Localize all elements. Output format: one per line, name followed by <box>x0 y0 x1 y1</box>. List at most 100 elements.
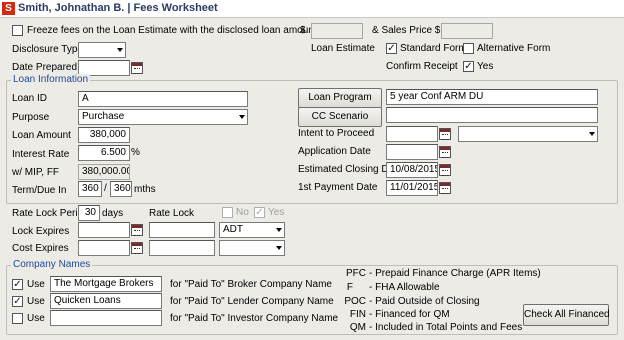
sales-price-label: & Sales Price $ <box>372 25 441 36</box>
days-label: days <box>102 208 124 219</box>
chevron-down-icon <box>589 132 595 136</box>
loan-amount-label: Loan Amount <box>12 130 71 141</box>
check-all-financed-button[interactable]: Check All Financed <box>523 304 610 326</box>
broker-company-input[interactable]: The Mortgage Brokers <box>50 276 162 292</box>
investor-company-input[interactable] <box>50 310 162 326</box>
use-investor-checkbox[interactable] <box>12 313 23 324</box>
due-in-input[interactable]: 360 <box>110 181 132 197</box>
cost-timezone-select[interactable] <box>219 240 285 256</box>
calendar-icon[interactable] <box>131 224 143 236</box>
est-closing-date-field[interactable]: 10/08/2015 <box>386 162 438 178</box>
rate-lock-period-input[interactable]: 30 <box>78 205 100 221</box>
lock-expires-label: Lock Expires <box>12 226 70 237</box>
interest-rate-input[interactable]: 6.500 <box>78 145 130 161</box>
loan-program-button[interactable]: Loan Program <box>298 88 382 108</box>
title-bar: S Smith, Johnathan B. | Fees Worksheet <box>0 0 624 18</box>
cc-scenario-field[interactable] <box>386 107 598 123</box>
legend-code: PFC <box>346 268 366 279</box>
loan-amount-input[interactable]: 380,000 <box>78 127 130 143</box>
cost-expires-date[interactable] <box>78 240 130 256</box>
standard-form-checkbox[interactable]: ✓ <box>386 43 397 54</box>
app-icon: S <box>2 2 15 15</box>
term-slash: / <box>104 183 107 194</box>
checkmark-icon: ✓ <box>13 279 22 290</box>
first-payment-label: 1st Payment Date <box>298 182 378 193</box>
interest-rate-label: Interest Rate <box>12 149 70 160</box>
mip-ff-label: w/ MIP, FF <box>12 167 60 178</box>
lock-expires-time[interactable] <box>149 222 215 238</box>
legend-text: - Prepaid Finance Charge (APR Items) <box>369 268 541 279</box>
purpose-value: Purchase <box>82 111 125 122</box>
disclosure-type-select[interactable] <box>78 42 126 58</box>
lender-company-input[interactable]: Quicken Loans <box>50 293 162 309</box>
use-label: Use <box>27 296 45 307</box>
percent-label: % <box>131 147 140 158</box>
loan-program-field[interactable]: 5 year Conf ARM DU <box>386 89 598 105</box>
freeze-fees-checkbox[interactable] <box>12 25 23 36</box>
mip-ff-field: 380,000.00 <box>78 164 130 180</box>
mths-label: mths <box>134 184 156 195</box>
rate-lock-yes-checkbox[interactable]: ✓ <box>254 207 265 218</box>
term-label: Term/Due In <box>12 185 67 196</box>
legend-text: - Financed for QM <box>369 309 450 320</box>
checkmark-icon: ✓ <box>464 61 473 72</box>
legend-code: QM <box>349 322 366 333</box>
legend-text: - FHA Allowable <box>369 282 440 293</box>
use-label: Use <box>27 279 45 290</box>
purpose-label: Purpose <box>12 112 50 123</box>
cost-expires-time[interactable] <box>149 240 215 256</box>
cost-expires-label: Cost Expires <box>12 243 69 254</box>
calendar-icon[interactable] <box>131 242 143 254</box>
lock-timezone-select[interactable]: ADT <box>219 222 285 238</box>
calendar-icon[interactable] <box>131 62 143 74</box>
calendar-icon[interactable] <box>439 182 451 194</box>
sales-price-field[interactable] <box>441 23 493 39</box>
legend-code: F <box>346 282 353 293</box>
use-broker-checkbox[interactable]: ✓ <box>12 279 23 290</box>
application-date-field[interactable] <box>386 144 438 160</box>
checkmark-icon: ✓ <box>255 207 264 218</box>
lock-expires-date[interactable] <box>78 222 130 238</box>
lender-company-desc: for "Paid To" Lender Company Name <box>170 296 334 307</box>
legend-text: - Paid Outside of Closing <box>369 296 480 307</box>
alternative-form-checkbox[interactable] <box>463 43 474 54</box>
application-date-label: Application Date <box>298 146 371 157</box>
confirm-receipt-label: Confirm Receipt <box>386 61 458 72</box>
legend-text: - Included in Total Points and Fees <box>369 322 523 333</box>
calendar-icon[interactable] <box>439 146 451 158</box>
legend-code: FIN <box>349 309 366 320</box>
date-prepared-label: Date Prepared <box>12 62 78 73</box>
loan-information-title: Loan Information <box>11 74 91 86</box>
loan-estimate-label: Loan Estimate <box>311 43 375 54</box>
rate-lock-no-checkbox[interactable] <box>222 207 233 218</box>
legend-code: POC <box>344 296 366 307</box>
chevron-down-icon <box>239 115 245 119</box>
rate-lock-yes-label: Yes <box>268 207 285 218</box>
window-title: Smith, Johnathan B. | Fees Worksheet <box>18 2 218 14</box>
timezone-value: ADT <box>223 224 243 235</box>
first-payment-date-field[interactable]: 11/01/2015 <box>386 180 438 196</box>
confirm-receipt-yes-label: Yes <box>477 61 494 72</box>
checkmark-icon: ✓ <box>13 296 22 307</box>
calendar-icon[interactable] <box>439 128 451 140</box>
confirm-receipt-checkbox[interactable]: ✓ <box>463 61 474 72</box>
chevron-down-icon <box>117 48 123 52</box>
intent-to-proceed-date[interactable] <box>386 126 438 142</box>
broker-company-desc: for "Paid To" Broker Company Name <box>170 279 332 290</box>
intent-to-proceed-select[interactable] <box>458 126 598 142</box>
chevron-down-icon <box>276 246 282 250</box>
checkmark-icon: ✓ <box>387 43 396 54</box>
use-lender-checkbox[interactable]: ✓ <box>12 296 23 307</box>
standard-form-label: Standard Form <box>400 43 467 54</box>
term-input[interactable]: 360 <box>78 181 102 197</box>
purpose-select[interactable]: Purchase <box>78 109 248 125</box>
chevron-down-icon <box>276 228 282 232</box>
calendar-icon[interactable] <box>439 164 451 176</box>
cc-scenario-button[interactable]: CC Scenario <box>298 107 382 127</box>
use-label: Use <box>27 313 45 324</box>
freeze-fees-label: Freeze fees on the Loan Estimate with th… <box>27 25 317 36</box>
loan-id-input[interactable]: A <box>78 91 248 107</box>
alternative-form-label: Alternative Form <box>477 43 551 54</box>
loan-amount-disclosed-field[interactable] <box>311 23 363 39</box>
company-names-title: Company Names <box>11 259 93 271</box>
